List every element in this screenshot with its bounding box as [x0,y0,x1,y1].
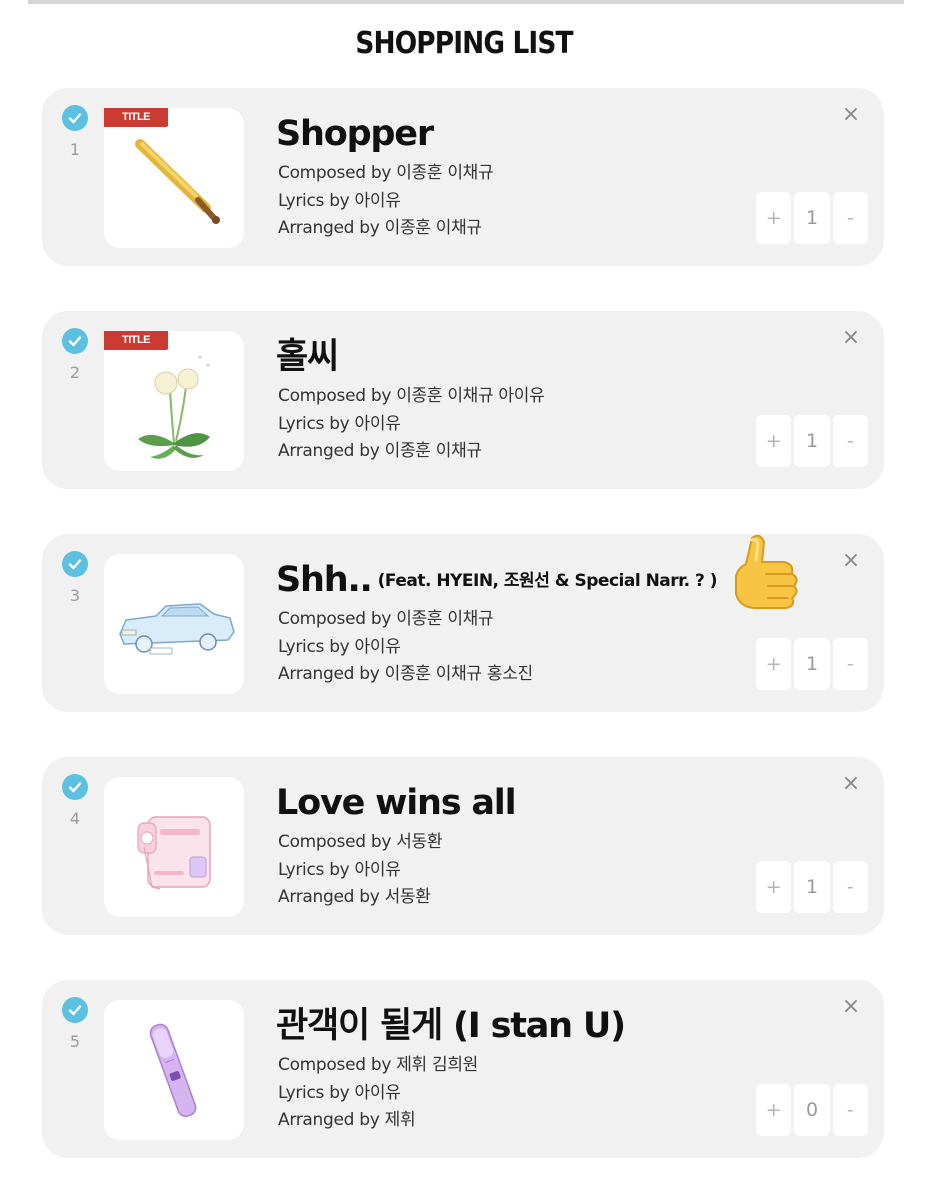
song-credits: Composed by 제휘 김희원 Lyrics by 아이유 Arrange… [278,1052,478,1135]
close-icon[interactable]: × [840,104,862,126]
list-item: 5 관객이 될게 (I stan U) Composed by 제휘 김희원 L… [42,980,884,1158]
album-art-car [104,554,244,694]
song-credits: Composed by 서동환 Lyrics by 아이유 Arranged b… [278,829,443,912]
decrement-button[interactable]: - [832,638,868,690]
item-number: 3 [69,586,81,605]
quantity-stepper: + 1 - [756,192,868,244]
car-icon [119,603,235,655]
title-track-badge: TITLE [104,331,168,350]
increment-button[interactable]: + [756,861,792,913]
list-item: 2 TITLE 홀씨 Composed by 이종훈 이채규 아이유 Lyric… [42,311,884,489]
item-number: 2 [69,363,81,382]
page-title: SHOPPING LIST [355,26,573,61]
arranged-by: Arranged by 제휘 [278,1110,416,1130]
quantity-value: 0 [794,1084,830,1136]
increment-button[interactable]: + [756,638,792,690]
song-title: 홀씨 [276,337,339,377]
composed-by: Composed by 이종훈 이채규 아이유 [278,386,545,406]
song-title: Love wins all [276,783,517,823]
album-art-camcorder [104,777,244,917]
checkbox-checked-icon[interactable] [62,551,88,577]
item-number: 4 [69,809,81,828]
composed-by: Composed by 이종훈 이채규 [278,609,494,629]
decrement-button[interactable]: - [832,192,868,244]
album-art-lightstick [104,1000,244,1140]
dandelion-icon [138,355,210,459]
quantity-value: 1 [794,861,830,913]
lyrics-by: Lyrics by 아이유 [278,190,401,211]
list-item: 4 Love wins all Composed by 서동환 Lyrics b… [42,757,884,935]
decrement-button[interactable]: - [832,861,868,913]
arranged-by: Arranged by 이종훈 이채규 [278,441,482,461]
quantity-stepper: + 1 - [756,861,868,913]
decrement-button[interactable]: - [832,1084,868,1136]
song-credits: Composed by 이종훈 이채규 아이유 Lyrics by 아이유 Ar… [278,383,545,466]
composed-by: Composed by 이종훈 이채규 [278,163,494,183]
camcorder-icon [137,816,211,890]
arranged-by: Arranged by 이종훈 이채규 홍소진 [278,664,533,684]
album-art-baseball-bat [104,108,244,248]
checkbox-checked-icon[interactable] [62,105,88,131]
quantity-stepper: + 1 - [756,638,868,690]
song-credits: Composed by 이종훈 이채규 Lyrics by 아이유 Arrang… [278,606,533,689]
quantity-stepper: + 0 - [756,1084,868,1136]
composed-by: Composed by 제휘 김희원 [278,1055,478,1075]
close-icon[interactable]: × [840,550,862,572]
close-icon[interactable]: × [840,996,862,1018]
song-title: Shh.. (Feat. HYEIN, 조원선 & Special Narr. ?… [276,560,718,600]
top-divider [28,0,904,4]
lightstick-icon [149,1023,197,1118]
close-icon[interactable]: × [840,327,862,349]
item-number: 5 [69,1032,81,1051]
thumbs-up-icon [735,534,798,609]
close-icon[interactable]: × [840,773,862,795]
checkbox-checked-icon[interactable] [62,328,88,354]
lyrics-by: Lyrics by 아이유 [278,859,401,880]
lyrics-by: Lyrics by 아이유 [278,413,401,434]
album-art-dandelion [104,331,244,471]
increment-button[interactable]: + [756,415,792,467]
quantity-value: 1 [794,638,830,690]
song-credits: Composed by 이종훈 이채규 Lyrics by 아이유 Arrang… [278,160,494,243]
composed-by: Composed by 서동환 [278,832,443,852]
arranged-by: Arranged by 이종훈 이채규 [278,218,482,238]
lyrics-by: Lyrics by 아이유 [278,1082,401,1103]
increment-button[interactable]: + [756,1084,792,1136]
quantity-value: 1 [794,192,830,244]
decrement-button[interactable]: - [832,415,868,467]
baseball-bat-icon [135,139,220,224]
lyrics-by: Lyrics by 아이유 [278,636,401,657]
quantity-stepper: + 1 - [756,415,868,467]
increment-button[interactable]: + [756,192,792,244]
checkbox-checked-icon[interactable] [62,774,88,800]
song-title: Shopper [276,114,434,154]
arranged-by: Arranged by 서동환 [278,887,431,907]
checkbox-checked-icon[interactable] [62,997,88,1023]
list-item: 1 TITLE Shopper Composed by 이종훈 이채규 Lyri… [42,88,884,266]
featuring-credit: (Feat. HYEIN, 조원선 & Special Narr. ? ) [377,571,718,591]
item-number: 1 [69,140,81,159]
song-title: 관객이 될게 (I stan U) [276,1006,626,1046]
quantity-value: 1 [794,415,830,467]
title-track-badge: TITLE [104,108,168,127]
